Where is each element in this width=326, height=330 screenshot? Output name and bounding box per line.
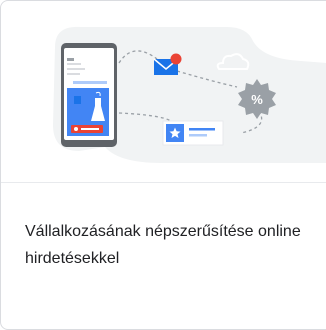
svg-text:%: % bbox=[251, 92, 263, 107]
ad-listing-icon bbox=[162, 120, 224, 146]
card-illustration: % bbox=[1, 1, 326, 181]
promo-card[interactable]: % Vállalkozásának népszerűsítése online … bbox=[0, 0, 326, 330]
phone-illustration bbox=[61, 43, 117, 147]
shopping-bag-icon bbox=[74, 96, 81, 104]
card-title[interactable]: Vállalkozásának népszerűsítése online hi… bbox=[25, 219, 315, 272]
card-divider bbox=[1, 182, 326, 183]
